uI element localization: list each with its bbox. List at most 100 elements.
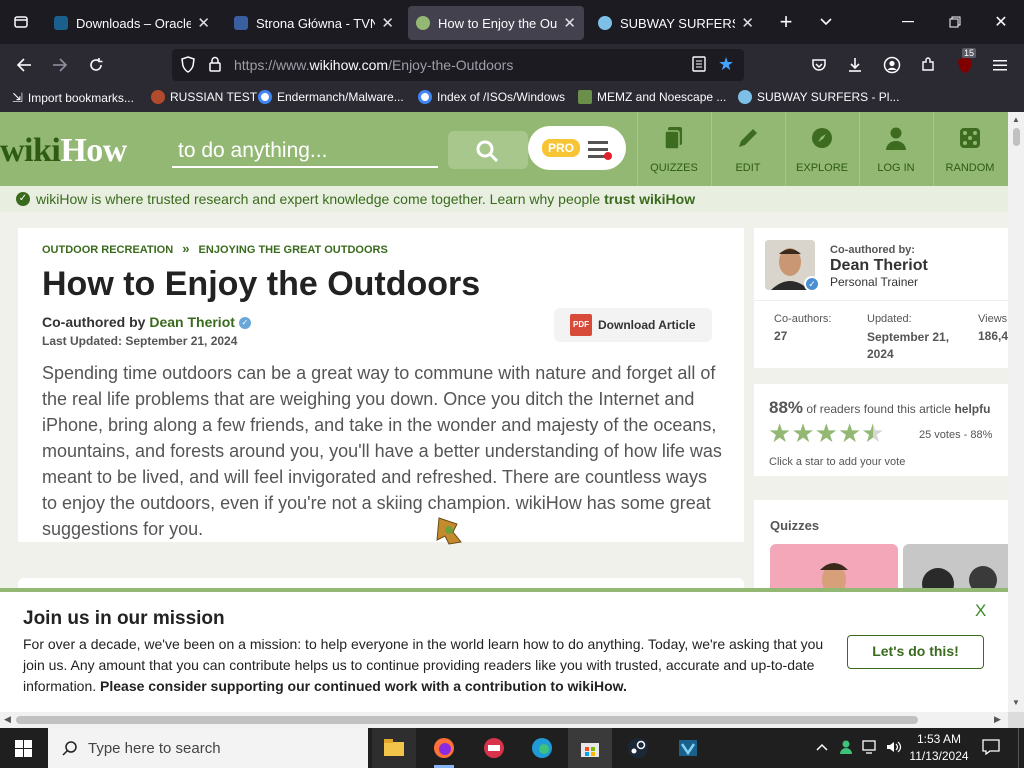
bookmark-label: Index of /ISOs/Windows bbox=[437, 90, 566, 104]
star-icon[interactable]: ★ bbox=[838, 418, 861, 448]
taskbar-file-explorer[interactable] bbox=[372, 728, 416, 768]
stat-label: Views bbox=[978, 313, 1008, 325]
bookmark-isos[interactable]: Index of /ISOs/Windows bbox=[418, 90, 565, 104]
compass-icon bbox=[809, 126, 835, 152]
taskbar-firefox[interactable] bbox=[422, 728, 466, 768]
breadcrumb: OUTDOOR RECREATION » ENJOYING THE GREAT … bbox=[42, 241, 388, 256]
address-bar[interactable]: https://www.wikihow.com/Enjoy-the-Outdoo… bbox=[172, 49, 744, 81]
show-desktop-button[interactable] bbox=[1018, 728, 1024, 768]
site-search-input[interactable]: to do anything... bbox=[172, 133, 438, 168]
new-tab-icon[interactable]: + bbox=[771, 7, 801, 37]
site-header: wikiHow to do anything... PRO QUIZZES ED… bbox=[0, 112, 1008, 186]
tab-tvn[interactable]: Strona Główna - TVN ✕ bbox=[226, 6, 402, 40]
minimize-icon[interactable] bbox=[893, 7, 923, 37]
scrollbar-thumb[interactable] bbox=[16, 716, 918, 724]
tab-subway-surfers[interactable]: SUBWAY SURFERS - Play ✕ bbox=[590, 6, 762, 40]
scrollbar-thumb[interactable] bbox=[1013, 128, 1020, 146]
bookmark-import[interactable]: ⇲ Import bookmarks... bbox=[12, 90, 134, 106]
pro-menu-button[interactable]: PRO bbox=[528, 126, 626, 170]
horizontal-scrollbar[interactable]: ◀ ▶ bbox=[0, 712, 1008, 728]
votes-count: 25 votes - 88% bbox=[919, 429, 993, 441]
breadcrumb-item[interactable]: OUTDOOR RECREATION bbox=[42, 244, 173, 256]
star-rating[interactable]: ★★★★★ bbox=[768, 420, 885, 447]
ublock-icon[interactable]: 15 bbox=[950, 48, 980, 80]
close-window-icon[interactable]: ✕ bbox=[986, 7, 1016, 37]
account-icon[interactable] bbox=[877, 50, 907, 80]
taskbar-virtualbox[interactable] bbox=[666, 728, 710, 768]
bookmark-russian-test[interactable]: RUSSIAN TEST bbox=[151, 90, 257, 104]
close-tab-icon[interactable]: ✕ bbox=[381, 14, 394, 32]
breadcrumb-item[interactable]: ENJOYING THE GREAT OUTDOORS bbox=[199, 244, 388, 256]
reload-icon[interactable] bbox=[81, 50, 111, 80]
bookmark-subway[interactable]: SUBWAY SURFERS - Pl... bbox=[738, 90, 899, 104]
notifications-icon[interactable] bbox=[982, 739, 1000, 760]
bookmark-star-icon[interactable]: ★ bbox=[718, 54, 734, 75]
tab-wikihow[interactable]: How to Enjoy the Outdoors ✕ bbox=[408, 6, 584, 40]
tray-app-icon[interactable] bbox=[838, 739, 854, 760]
nav-edit[interactable]: EDIT bbox=[711, 120, 785, 180]
show-hidden-icons-icon[interactable] bbox=[816, 740, 828, 754]
stat-label: Updated: bbox=[867, 313, 912, 325]
bookmark-endermanch[interactable]: Endermanch/Malware... bbox=[258, 90, 404, 104]
taskbar-steam[interactable] bbox=[616, 728, 660, 768]
close-tab-icon[interactable]: ✕ bbox=[741, 14, 754, 32]
network-icon[interactable] bbox=[862, 740, 878, 759]
star-icon[interactable]: ★ bbox=[815, 418, 838, 448]
coauthor-link[interactable]: Dean Theriot bbox=[149, 314, 235, 330]
vertical-scrollbar[interactable]: ▲ ▼ bbox=[1008, 112, 1024, 712]
author-card: ✓ Co-authored by: Dean Theriot Personal … bbox=[754, 228, 1008, 368]
nav-explore[interactable]: EXPLORE bbox=[785, 120, 859, 180]
wikihow-logo[interactable]: wikiHow bbox=[0, 132, 127, 170]
helpful-line: 88% of readers found this article helpfu bbox=[769, 398, 990, 418]
scroll-down-icon[interactable]: ▼ bbox=[1012, 698, 1020, 707]
bookmark-label: SUBWAY SURFERS - Pl... bbox=[757, 90, 900, 104]
star-icon[interactable]: ★ bbox=[768, 418, 791, 448]
url-text[interactable]: https://www.wikihow.com/Enjoy-the-Outdoo… bbox=[234, 57, 513, 73]
taskbar-store[interactable] bbox=[568, 728, 612, 768]
nav-random[interactable]: RANDOM bbox=[933, 120, 1007, 180]
taskbar-game[interactable] bbox=[472, 728, 516, 768]
tab-overview-icon[interactable] bbox=[6, 7, 36, 37]
trust-link[interactable]: trust wikiHow bbox=[604, 191, 695, 207]
downloads-icon[interactable] bbox=[840, 50, 870, 80]
reader-view-icon[interactable] bbox=[692, 56, 706, 75]
start-button[interactable] bbox=[0, 728, 48, 768]
pocket-icon[interactable] bbox=[804, 50, 834, 80]
verified-icon: ✓ bbox=[804, 276, 820, 292]
forward-icon[interactable] bbox=[45, 50, 75, 80]
site-search-button[interactable] bbox=[448, 131, 528, 169]
scroll-left-icon[interactable]: ◀ bbox=[4, 714, 11, 725]
article-card: OUTDOOR RECREATION » ENJOYING THE GREAT … bbox=[18, 228, 744, 545]
scroll-up-icon[interactable]: ▲ bbox=[1012, 115, 1020, 124]
game-icon bbox=[484, 738, 504, 758]
taskbar-edge[interactable] bbox=[520, 728, 564, 768]
banner-close-button[interactable]: X bbox=[975, 601, 986, 621]
download-article-button[interactable]: PDF Download Article bbox=[554, 308, 712, 342]
half-star-icon[interactable]: ★ bbox=[861, 418, 884, 448]
extensions-icon[interactable] bbox=[913, 50, 943, 80]
scroll-right-icon[interactable]: ▶ bbox=[994, 714, 1001, 725]
tracking-protection-icon[interactable] bbox=[180, 56, 196, 76]
author-name[interactable]: Dean Theriot bbox=[830, 257, 928, 275]
helpful-bold: helpfu bbox=[954, 402, 991, 416]
nav-divider bbox=[933, 112, 934, 186]
tab-virtualbox[interactable]: Downloads – Oracle VirtualBox ✕ bbox=[46, 6, 218, 40]
clock[interactable]: 1:53 AM 11/13/2024 bbox=[906, 731, 972, 765]
bookmark-memz[interactable]: MEMZ and Noescape ... bbox=[578, 90, 726, 104]
nav-quizzes[interactable]: QUIZZES bbox=[637, 120, 711, 180]
close-tab-icon[interactable]: ✕ bbox=[197, 14, 210, 32]
close-tab-icon[interactable]: ✕ bbox=[563, 14, 576, 32]
bookmarks-toolbar: ⇲ Import bookmarks... RUSSIAN TEST Enderm… bbox=[0, 86, 1024, 112]
list-tabs-icon[interactable] bbox=[811, 7, 841, 37]
lock-icon[interactable] bbox=[208, 56, 222, 75]
star-icon[interactable]: ★ bbox=[791, 418, 814, 448]
volume-icon[interactable] bbox=[886, 740, 902, 759]
restore-icon[interactable] bbox=[940, 7, 970, 37]
nav-label: LOG IN bbox=[877, 162, 915, 174]
back-icon[interactable] bbox=[9, 50, 39, 80]
menu-icon[interactable] bbox=[985, 50, 1015, 80]
taskbar-search-box[interactable]: Type here to search bbox=[48, 728, 368, 768]
nav-login[interactable]: LOG IN bbox=[859, 120, 933, 180]
windows-taskbar: Type here to search 1:53 AM 11/13/2024 bbox=[0, 728, 1024, 768]
banner-cta-button[interactable]: Let's do this! bbox=[847, 635, 984, 669]
